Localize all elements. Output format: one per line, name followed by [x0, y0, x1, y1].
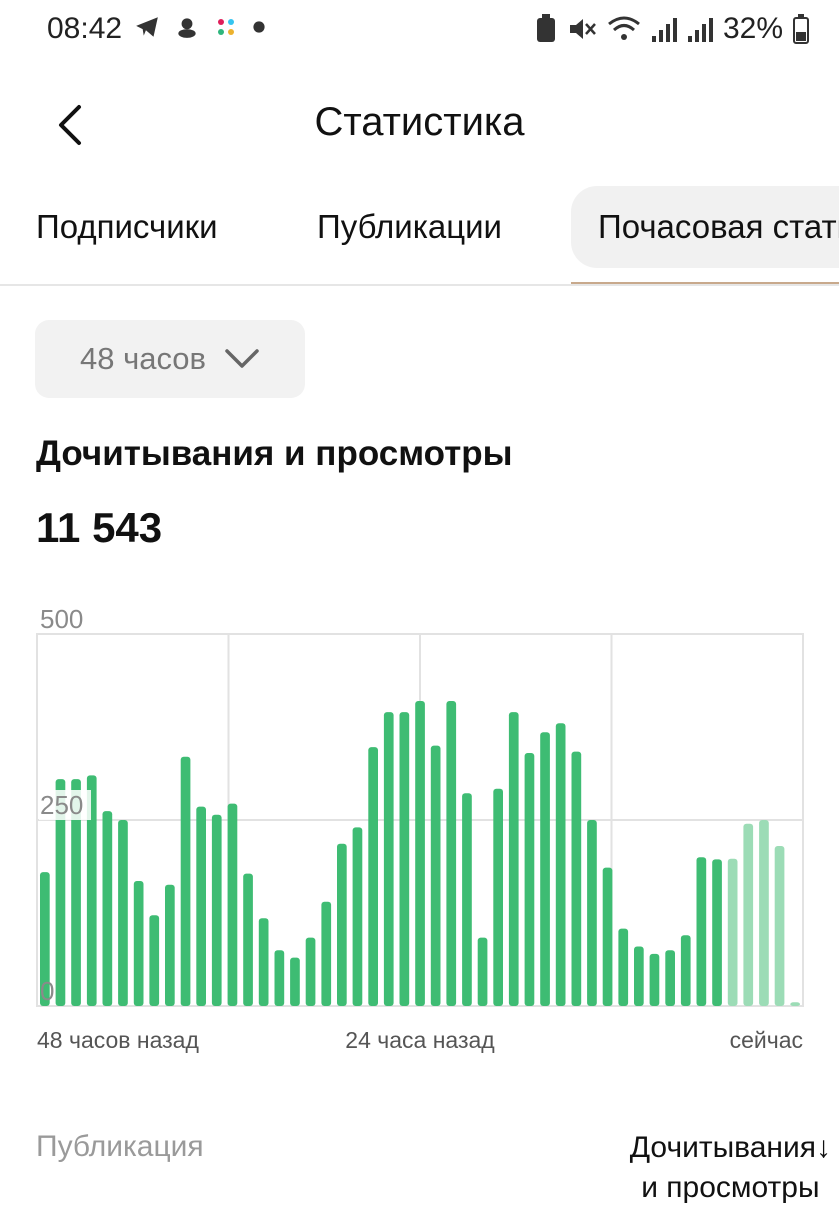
telegram-icon — [136, 17, 158, 37]
status-icons-right: 32% — [535, 12, 809, 46]
mute-icon — [569, 19, 596, 39]
chart-bar — [462, 793, 472, 1006]
cat-icon — [178, 18, 196, 38]
chart-bar — [180, 756, 191, 1006]
chart-ytick-label: 500 — [40, 604, 83, 634]
chart-bar — [305, 937, 316, 1006]
chart-bar — [508, 712, 519, 1006]
chart-bar — [540, 732, 550, 1006]
battery-saver-icon — [536, 14, 555, 42]
chart-bar — [477, 937, 488, 1006]
status-time: 08:42 — [47, 12, 123, 45]
chart-bar — [759, 820, 769, 1006]
chart-bar — [712, 859, 722, 1006]
chevron-down-icon — [225, 349, 259, 368]
chart-ytick-label: 250 — [40, 790, 83, 820]
chart-bar — [149, 915, 160, 1006]
sort-by-metric-button[interactable]: Дочитывания↓ и просмотры — [630, 1128, 831, 1208]
chart-bar — [352, 827, 363, 1006]
chart-xlabel-middle: 24 часа назад — [345, 1027, 495, 1053]
chart-bar — [290, 957, 300, 1006]
period-dropdown[interactable]: 48 часов — [35, 320, 305, 398]
chart-bar — [133, 881, 144, 1006]
chart-bar — [618, 928, 629, 1006]
chart-bar — [102, 811, 113, 1006]
sort-label-line1: Дочитывания↓ — [629, 1131, 831, 1164]
tab-bar: Подписчики Публикации Почасовая статисти… — [0, 182, 839, 286]
chart-bar — [493, 788, 503, 1006]
chart-bar — [555, 723, 566, 1006]
chart-bar — [196, 806, 206, 1006]
chart-bar — [258, 918, 269, 1006]
chart-bar — [383, 712, 394, 1006]
chart-bar — [227, 803, 238, 1006]
chart-bar — [274, 950, 285, 1006]
chart-bar — [430, 745, 441, 1006]
bar-chart: 500 250 0 48 часов назад 24 часа назад сейчас — [0, 590, 839, 1070]
app-header: Статистика — [0, 80, 839, 170]
tab-publications[interactable]: Публикации — [317, 186, 502, 268]
status-bar: 08:42 32% — [0, 0, 839, 62]
chart-bar — [602, 867, 613, 1006]
signal-icon — [651, 18, 677, 42]
chart-bar — [743, 823, 754, 1006]
period-dropdown-label: 48 часов — [79, 341, 207, 376]
battery-percentage: 32% — [722, 12, 783, 45]
chart-bar — [243, 873, 253, 1006]
chart-bar — [774, 846, 785, 1006]
total-value: 11 543 — [36, 504, 163, 551]
chart-bar — [165, 884, 175, 1006]
status-icons-left — [134, 14, 266, 40]
chart-svg: 500 250 0 48 часов назад 24 часа назад сейчас — [36, 604, 804, 1053]
sort-label-line2: и просмотры — [641, 1171, 820, 1204]
chart-xlabel-start: 48 часов назад — [37, 1027, 199, 1053]
chart-bar — [571, 751, 582, 1006]
chart-bar — [118, 820, 128, 1006]
page-title: Статистика — [314, 100, 525, 144]
section-title: Дочитывания и просмотры — [36, 434, 513, 473]
chart-bar — [587, 820, 597, 1006]
chart-xlabel-end: сейчас — [730, 1027, 803, 1053]
chart-ytick-label: 0 — [40, 976, 54, 1006]
chart-bar — [649, 953, 660, 1006]
tab-hourly-stats[interactable]: Почасовая статистика — [571, 186, 839, 268]
chart-bar — [696, 857, 707, 1006]
chart-bar — [368, 747, 378, 1006]
chart-bar — [680, 935, 691, 1006]
chart-bar — [446, 701, 457, 1006]
tab-active-underline — [571, 282, 839, 284]
chart-bar — [321, 901, 332, 1006]
dot-icon — [253, 21, 265, 33]
chart-bar — [634, 946, 644, 1006]
column-publication-label: Публикация — [36, 1130, 204, 1163]
chart-bar — [790, 1002, 800, 1006]
tab-subscribers[interactable]: Подписчики — [36, 186, 218, 268]
slack-icon — [218, 19, 234, 35]
chart-bar — [399, 712, 410, 1006]
chart-bar — [665, 950, 675, 1006]
chart-bar — [727, 858, 738, 1006]
chart-bar — [415, 701, 425, 1006]
wifi-icon — [608, 16, 640, 40]
chart-bar — [337, 843, 347, 1006]
chart-bar — [524, 753, 535, 1006]
battery-icon — [793, 14, 809, 44]
signal-icon-2 — [687, 18, 713, 42]
chart-bar — [211, 814, 222, 1006]
